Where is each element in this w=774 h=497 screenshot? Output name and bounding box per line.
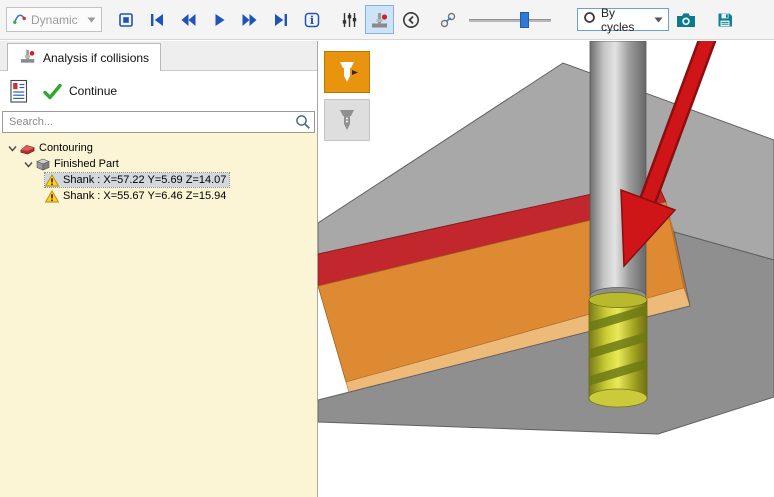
- search-box: [2, 111, 315, 133]
- fast-forward-icon: [241, 11, 259, 29]
- stop-icon: [117, 11, 135, 29]
- feedrate-button[interactable]: [433, 5, 462, 34]
- warning-icon: [45, 190, 59, 203]
- 3d-viewport-scene[interactable]: [318, 41, 774, 497]
- tree-label: Shank : X=55.67 Y=6.46 Z=15.94: [63, 189, 229, 203]
- simulation-speed-slider[interactable]: [469, 9, 551, 31]
- tree-label: Contouring: [39, 141, 96, 155]
- dynamic-mode-icon: [12, 10, 27, 30]
- tool-cutter-bottom: [589, 389, 647, 407]
- tool-cutter-top: [589, 293, 647, 308]
- info-icon: i: [303, 11, 321, 29]
- check-icon: [43, 83, 62, 100]
- svg-text:i: i: [309, 14, 313, 27]
- 3d-viewport[interactable]: [318, 41, 774, 497]
- view-mode-label: By cycles: [601, 6, 649, 34]
- search-icon[interactable]: [292, 114, 314, 130]
- continue-label: Continue: [69, 84, 117, 98]
- tab-analysis-if-collisions[interactable]: Analysis if collisions: [7, 43, 161, 71]
- fast-forward-button[interactable]: [235, 5, 264, 34]
- chevron-down-icon: [654, 17, 663, 23]
- save-icon: [716, 11, 734, 29]
- tree-label: Finished Part: [54, 157, 122, 171]
- circle-back-icon: [402, 11, 420, 29]
- simulation-settings-button[interactable]: [334, 5, 363, 34]
- viewport-buttons: [324, 51, 370, 141]
- toolpath-display-icon: [334, 59, 360, 85]
- collision-tab-icon: [19, 48, 37, 67]
- content-area: Analysis if collisions Continue: [0, 41, 774, 497]
- report-button[interactable]: [9, 79, 29, 104]
- info-button[interactable]: i: [297, 5, 326, 34]
- play-icon: [210, 11, 228, 29]
- sliders-icon: [340, 11, 358, 29]
- skip-end-button[interactable]: [266, 5, 295, 34]
- rewind-icon: [179, 11, 197, 29]
- chevron-expanded-icon[interactable]: [7, 143, 18, 154]
- toolpath-display-button[interactable]: [324, 51, 370, 93]
- stop-button[interactable]: [111, 5, 140, 34]
- simulation-mode-label: Dynamic: [31, 13, 83, 27]
- panel-actions-row: Continue: [0, 71, 317, 111]
- skip-start-icon: [148, 11, 166, 29]
- tree-label: Shank : X=57.22 Y=5.69 Z=14.07: [63, 173, 229, 187]
- cycle-icon: [583, 11, 596, 29]
- skip-start-button[interactable]: [142, 5, 171, 34]
- tool-shank: [590, 41, 646, 296]
- application-window: Dynamic i: [0, 0, 774, 497]
- snapshot-button[interactable]: [671, 5, 700, 34]
- collision-tree: Contouring Finished Part Shank : X=57.22…: [0, 133, 317, 497]
- tree-row-collision-1[interactable]: Shank : X=57.22 Y=5.69 Z=14.07: [0, 172, 317, 188]
- chevron-expanded-icon[interactable]: [23, 159, 34, 170]
- collision-icon: [370, 11, 390, 29]
- collision-analysis-panel: Analysis if collisions Continue: [0, 41, 318, 497]
- panel-tab-strip: Analysis if collisions: [0, 41, 317, 71]
- main-toolbar: Dynamic i: [0, 0, 774, 40]
- slider-track[interactable]: [469, 19, 551, 22]
- continue-button[interactable]: Continue: [43, 83, 117, 100]
- camera-icon: [675, 11, 697, 29]
- chevron-down-icon: [87, 17, 96, 23]
- tool-display-button[interactable]: [324, 99, 370, 141]
- simulation-mode-dropdown[interactable]: Dynamic: [6, 7, 102, 32]
- skip-end-icon: [272, 11, 290, 29]
- search-row: [0, 111, 317, 133]
- play-button[interactable]: [204, 5, 233, 34]
- tree-row-contouring[interactable]: Contouring: [0, 140, 317, 156]
- report-icon: [9, 79, 29, 104]
- slider-handle[interactable]: [520, 12, 529, 28]
- part-icon: [36, 158, 50, 171]
- save-button[interactable]: [710, 5, 739, 34]
- tool-display-icon: [334, 107, 360, 133]
- search-input[interactable]: [3, 116, 292, 128]
- rewind-button[interactable]: [173, 5, 202, 34]
- tree-row-finished-part[interactable]: Finished Part: [0, 156, 317, 172]
- collision-check-button[interactable]: [365, 5, 394, 34]
- warning-icon: [45, 174, 59, 187]
- feedrate-icon: [439, 11, 457, 29]
- previous-step-button[interactable]: [396, 5, 425, 34]
- contour-icon: [20, 142, 35, 155]
- tree-row-collision-2[interactable]: Shank : X=55.67 Y=6.46 Z=15.94: [0, 188, 317, 204]
- view-mode-dropdown[interactable]: By cycles: [577, 8, 669, 31]
- tab-label: Analysis if collisions: [43, 51, 149, 65]
